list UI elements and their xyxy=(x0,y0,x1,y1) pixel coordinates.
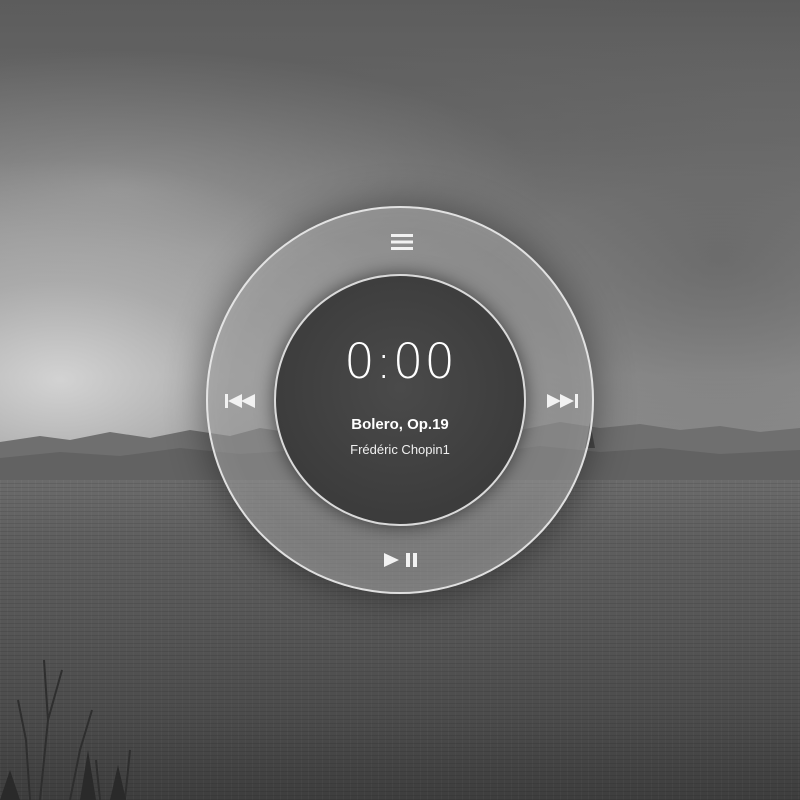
menu-button[interactable] xyxy=(384,228,420,256)
now-playing-disc: 0:00 Bolero, Op.19 Frédéric Chopin1 xyxy=(274,274,526,526)
skip-previous-icon xyxy=(225,394,255,408)
player-scene: 0:00 Bolero, Op.19 Frédéric Chopin1 xyxy=(0,0,800,800)
play-pause-button[interactable] xyxy=(378,546,426,574)
foreground-weeds xyxy=(0,659,131,800)
elapsed-time: 0:00 xyxy=(344,334,456,390)
play-pause-icon xyxy=(384,553,417,567)
skip-next-icon xyxy=(547,394,578,408)
next-track-button[interactable] xyxy=(540,388,584,414)
previous-track-button[interactable] xyxy=(220,388,264,414)
track-artist: Frédéric Chopin1 xyxy=(350,442,450,457)
circular-player: 0:00 Bolero, Op.19 Frédéric Chopin1 xyxy=(206,206,594,594)
track-title: Bolero, Op.19 xyxy=(351,416,449,433)
hamburger-menu-icon xyxy=(391,234,413,250)
